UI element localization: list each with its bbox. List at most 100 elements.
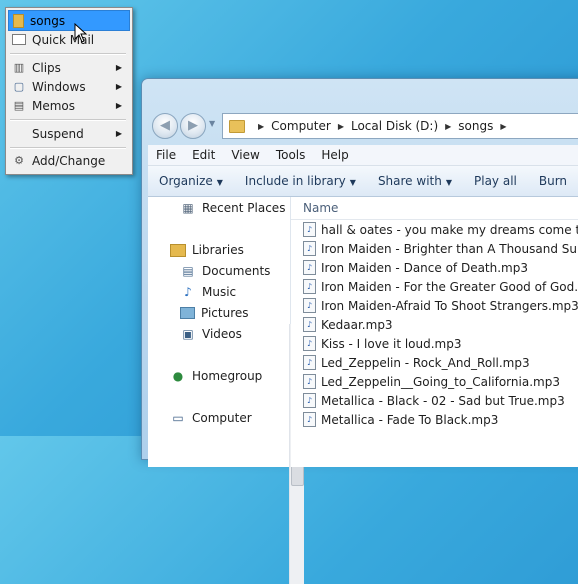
mp3-file-icon: ♪	[303, 317, 316, 332]
notepad-icon: ▤	[13, 98, 25, 112]
chevron-down-icon: ▼	[445, 178, 452, 187]
nav-item-homegroup[interactable]: ● Homegroup	[170, 369, 263, 383]
file-row[interactable]: ♪ Kedaar.mp3	[291, 315, 578, 334]
submenu-arrow-icon: ▶	[115, 101, 122, 110]
mail-icon	[12, 34, 26, 45]
column-header-name[interactable]: Name	[291, 197, 578, 220]
nav-item-documents[interactable]: ▤ Documents	[180, 264, 270, 278]
include-in-library-button[interactable]: Include in library ▼	[234, 174, 367, 188]
window-icon: ▢	[13, 79, 25, 93]
menu-separator	[10, 119, 126, 121]
file-row[interactable]: ♪ Led_Zeppelin - Rock_And_Roll.mp3	[291, 353, 578, 372]
nav-item-videos[interactable]: ▣ Videos	[180, 327, 242, 341]
menu-item-suspend[interactable]: Suspend ▶	[8, 124, 128, 143]
mp3-file-icon: ♪	[303, 412, 316, 427]
nav-item-pictures[interactable]: Pictures	[180, 306, 249, 320]
menu-item-add-change[interactable]: ⚙ Add/Change	[8, 151, 128, 170]
pictures-icon	[180, 307, 195, 319]
file-rows: ♪ hall & oates - you make my dreams come …	[291, 220, 578, 429]
submenu-arrow-icon: ▶	[115, 129, 122, 138]
file-row[interactable]: ♪ Kiss - I love it loud.mp3	[291, 334, 578, 353]
music-icon: ♪	[184, 285, 192, 299]
menu-separator	[10, 53, 126, 55]
file-row[interactable]: ♪ Iron Maiden-Afraid To Shoot Strangers.m…	[291, 296, 578, 315]
menu-tools[interactable]: Tools	[268, 148, 314, 162]
file-name: Led_Zeppelin__Going_to_California.mp3	[321, 374, 560, 389]
breadcrumb-local-disk[interactable]: Local Disk (D:)	[351, 119, 438, 133]
file-row[interactable]: ♪ Iron Maiden - Brighter than A Thousand …	[291, 239, 578, 258]
file-row[interactable]: ♪ Metallica - Fade To Black.mp3	[291, 410, 578, 429]
file-row[interactable]: ♪ hall & oates - you make my dreams come …	[291, 220, 578, 239]
documents-icon: ▤	[182, 264, 194, 278]
breadcrumb-computer[interactable]: Computer	[271, 119, 331, 133]
file-name: Led_Zeppelin - Rock_And_Roll.mp3	[321, 355, 530, 370]
menu-item-songs[interactable]: songs	[8, 10, 130, 31]
play-all-button[interactable]: Play all	[463, 174, 528, 188]
share-with-button[interactable]: Share with ▼	[367, 174, 463, 188]
burn-button[interactable]: Burn	[528, 174, 578, 188]
menu-item-clips[interactable]: ▥ Clips ▶	[8, 58, 128, 77]
chevron-right-icon[interactable]: ▶	[500, 122, 506, 131]
chevron-right-icon[interactable]: ▶	[445, 122, 451, 131]
submenu-arrow-icon: ▶	[115, 82, 122, 91]
file-row[interactable]: ♪ Iron Maiden - Dance of Death.mp3	[291, 258, 578, 277]
nav-item-computer[interactable]: ▭ Computer	[170, 411, 251, 425]
explorer-window: ◀ ▶ ▼ ▶ Computer ▶ Local Disk (D:) ▶ son…	[141, 78, 578, 584]
menu-file[interactable]: File	[148, 148, 184, 162]
file-name: Metallica - Fade To Black.mp3	[321, 412, 499, 427]
popup-menu: songs Quick Mail ▥ Clips ▶ ▢ Windows ▶ ▤…	[5, 7, 133, 175]
file-row[interactable]: ♪ Iron Maiden - For the Greater Good of G…	[291, 277, 578, 296]
recent-pages-dropdown-icon[interactable]: ▼	[209, 119, 215, 128]
file-name: hall & oates - you make my dreams come t…	[321, 222, 578, 237]
nav-item-recent-places[interactable]: ▦ Recent Places	[180, 201, 285, 215]
back-button[interactable]: ◀	[152, 113, 178, 139]
mp3-file-icon: ♪	[303, 241, 316, 256]
address-bar[interactable]: ▶ Computer ▶ Local Disk (D:) ▶ songs ▶	[222, 113, 578, 139]
menu-view[interactable]: View	[223, 148, 267, 162]
mp3-file-icon: ♪	[303, 355, 316, 370]
mp3-file-icon: ♪	[303, 374, 316, 389]
submenu-arrow-icon: ▶	[115, 63, 122, 72]
recent-places-icon: ▦	[182, 201, 194, 215]
computer-icon: ▭	[172, 411, 184, 425]
mp3-file-icon: ♪	[303, 279, 316, 294]
breadcrumb-songs[interactable]: songs	[458, 119, 493, 133]
file-name: Kedaar.mp3	[321, 317, 393, 332]
chevron-down-icon: ▼	[216, 178, 223, 187]
folder-icon	[229, 119, 245, 133]
mp3-file-icon: ♪	[303, 298, 316, 313]
menu-edit[interactable]: Edit	[184, 148, 223, 162]
file-name: Iron Maiden - Brighter than A Thousand S…	[321, 241, 577, 256]
nav-item-music[interactable]: ♪ Music	[180, 285, 236, 299]
menu-help[interactable]: Help	[313, 148, 356, 162]
folder-icon	[13, 13, 24, 28]
menu-item-quick-mail[interactable]: Quick Mail	[8, 30, 128, 49]
forward-button[interactable]: ▶	[180, 113, 206, 139]
file-name: Iron Maiden - Dance of Death.mp3	[321, 260, 528, 275]
homegroup-icon: ●	[172, 369, 184, 383]
videos-icon: ▣	[182, 327, 194, 341]
file-name: Kiss - I love it loud.mp3	[321, 336, 462, 351]
file-row[interactable]: ♪ Led_Zeppelin__Going_to_California.mp3	[291, 372, 578, 391]
mp3-file-icon: ♪	[303, 260, 316, 275]
menu-bar: File Edit View Tools Help	[148, 145, 578, 166]
menu-item-memos[interactable]: ▤ Memos ▶	[8, 96, 128, 115]
chevron-right-icon[interactable]: ▶	[258, 122, 264, 131]
file-name: Iron Maiden-Afraid To Shoot Strangers.mp…	[321, 298, 578, 313]
file-row[interactable]: ♪ Metallica - Black - 02 - Sad but True.m…	[291, 391, 578, 410]
clipboard-icon: ▥	[13, 60, 25, 74]
libraries-icon	[170, 243, 186, 257]
organize-button[interactable]: Organize ▼	[148, 174, 234, 188]
file-name: Metallica - Black - 02 - Sad but True.mp…	[321, 393, 565, 408]
mp3-file-icon: ♪	[303, 222, 316, 237]
mp3-file-icon: ♪	[303, 393, 316, 408]
nav-item-libraries[interactable]: Libraries	[170, 243, 244, 257]
chevron-right-icon[interactable]: ▶	[338, 122, 344, 131]
mouse-cursor-icon	[74, 23, 88, 43]
menu-separator	[10, 147, 126, 149]
command-bar: Organize ▼ Include in library ▼ Share with…	[148, 166, 578, 197]
file-list: Name ♪ hall & oates - you make my dreams …	[291, 197, 578, 467]
chevron-down-icon: ▼	[349, 178, 356, 187]
menu-item-windows[interactable]: ▢ Windows ▶	[8, 77, 128, 96]
mp3-file-icon: ♪	[303, 336, 316, 351]
